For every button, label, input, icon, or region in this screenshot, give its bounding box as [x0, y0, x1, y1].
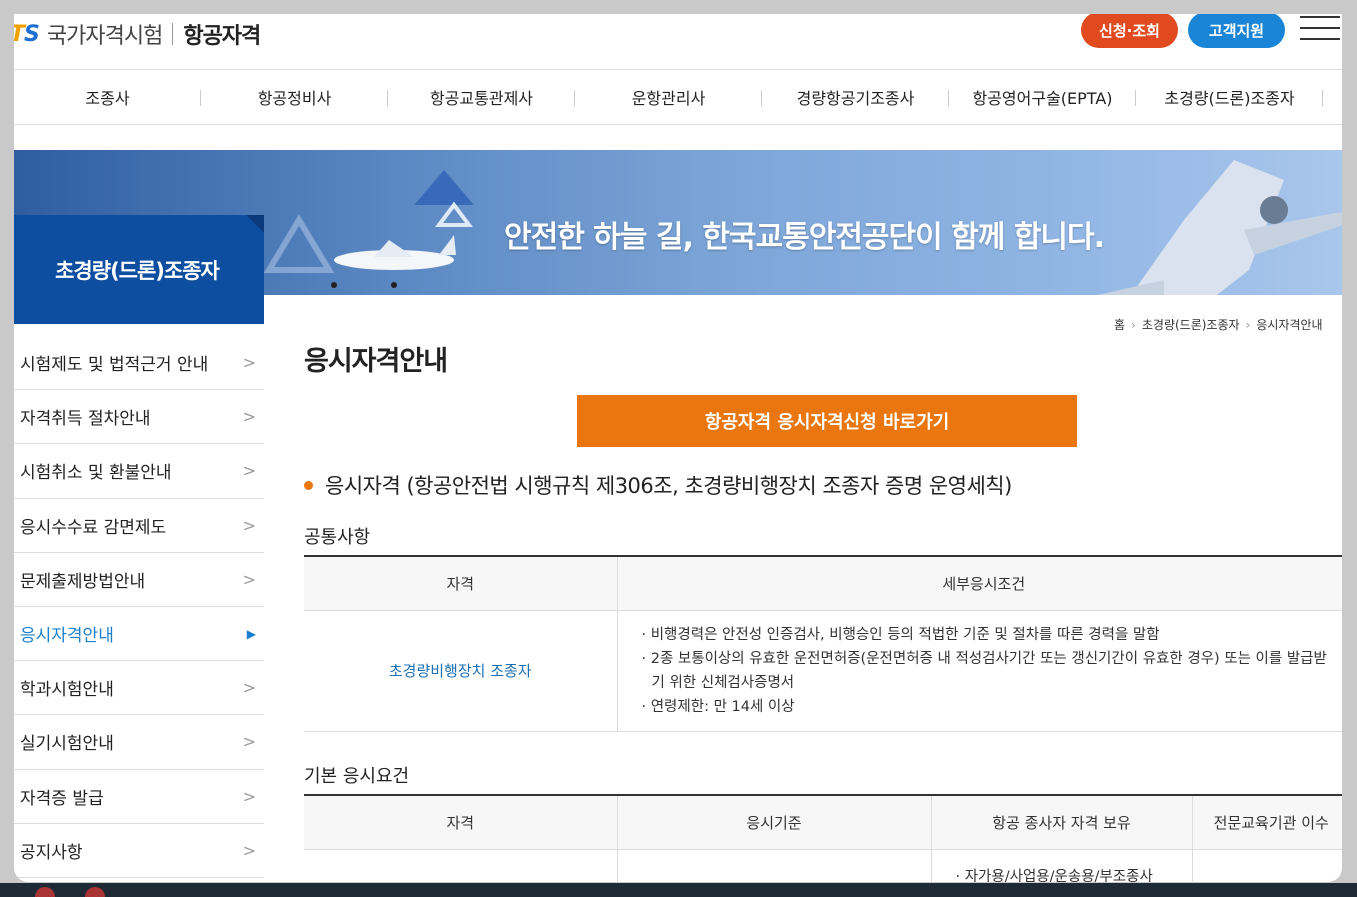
chevron-right-icon: ›: [1245, 317, 1251, 332]
condition-item: 연령제한: 만 14세 이상: [642, 695, 1331, 719]
table-header-qualification: 자격: [304, 556, 618, 611]
site-logo[interactable]: TS 국가자격시험 항공자격: [14, 18, 261, 50]
taskbar-app-icon[interactable]: [85, 887, 105, 897]
section-heading: 응시자격 (항공안전법 시행규칙 제306조, 초경량비행장치 조종자 증명 운…: [304, 470, 1012, 500]
sidebar-item-fee-reduction[interactable]: 응시수수료 감면제도 >: [14, 499, 264, 553]
sidebar-item-practical-exam[interactable]: 실기시험안내 >: [14, 715, 264, 770]
chevron-right-icon: >: [242, 678, 256, 698]
chevron-right-icon: >: [242, 840, 256, 860]
basic-requirements-heading: 기본 응시요건: [304, 766, 410, 787]
airplane-small-icon: [331, 235, 456, 288]
bullet-dot-icon: [304, 480, 313, 490]
license-list-text: · 자가용/사업용/운송용/부조종사: [955, 868, 1153, 883]
table-cell: [304, 849, 618, 882]
nav-item-atc[interactable]: 항공교통관제사: [388, 70, 575, 124]
basic-requirements-table: 자격 응시기준 항공 종사자 자격 보유 전문교육기관 이수 · 자가용/사업용…: [304, 794, 1342, 882]
condition-item: 2종 보통이상의 유효한 운전면허증(운전면허증 내 적성검사기간 또는 갱신기…: [642, 647, 1331, 695]
sidebar-item-eligibility[interactable]: 응시자격안내 ▶: [14, 607, 264, 662]
chevron-right-icon: >: [242, 461, 256, 481]
chevron-right-icon: ›: [1131, 317, 1136, 332]
breadcrumb-category[interactable]: 초경량(드론)조종자: [1142, 316, 1240, 333]
nav-item-dispatcher[interactable]: 운항관리사: [575, 70, 762, 124]
sidebar-item-refund[interactable]: 시험취소 및 환불안내 >: [14, 444, 264, 499]
sidebar-item-label: 시험취소 및 환불안내: [20, 463, 172, 484]
taskbar-app-icon[interactable]: [35, 887, 55, 897]
nav-item-pilot[interactable]: 조종사: [14, 70, 201, 124]
sidebar-item-label: 자격취득 절차안내: [20, 409, 151, 430]
table-row: 초경량비행장치 조종자 비행경력은 안전성 인증검사, 비행승인 등의 적법한 …: [304, 610, 1342, 732]
logo-title: 항공자격: [183, 24, 261, 49]
nav-item-light-aircraft[interactable]: 경량항공기조종사: [762, 70, 949, 124]
chevron-right-icon: >: [242, 732, 256, 752]
banner-slogan: 안전한 하늘 길, 한국교통안전공단이 함께 합니다.: [504, 220, 1105, 255]
customer-support-button[interactable]: 고객지원: [1188, 14, 1285, 48]
sidebar-item-label: 자격증 발급: [20, 788, 104, 809]
apply-eligibility-button[interactable]: 항공자격 응시자격신청 바로가기: [577, 395, 1077, 447]
sidebar-item-label: 응시자격안내: [20, 626, 114, 647]
sidebar-item-certificate[interactable]: 자격증 발급 >: [14, 770, 264, 824]
triangle-right-icon: ▶: [246, 626, 256, 641]
hamburger-menu-icon[interactable]: [1300, 16, 1340, 42]
table-cell: [1192, 849, 1342, 882]
breadcrumb-home[interactable]: 홈: [1114, 316, 1125, 333]
nav-item-drone[interactable]: 초경량(드론)조종자: [1136, 70, 1323, 124]
nav-item-epta[interactable]: 항공영어구술(EPTA): [949, 70, 1136, 124]
main-nav: 조종사 항공정비사 항공교통관제사 운항관리사 경량항공기조종사 항공영어구술(…: [14, 69, 1342, 125]
sidebar-item-notice[interactable]: 공지사항 >: [14, 824, 264, 878]
sidebar-item-label: 실기시험안내: [20, 734, 114, 755]
sidebar-item-label: 학과시험안내: [20, 680, 114, 701]
sidebar-item-question-method[interactable]: 문제출제방법안내 >: [14, 553, 264, 607]
table-header-qualification: 자격: [304, 795, 618, 850]
table-header-conditions: 세부응시조건: [617, 556, 1342, 611]
sidebar-menu: 시험제도 및 법적근거 안내 > 자격취득 절차안내 > 시험취소 및 환불안내 > …: [14, 336, 264, 878]
sidebar-item-label: 공지사항: [20, 842, 83, 863]
logo-divider: [172, 23, 174, 45]
chevron-right-icon: >: [242, 407, 256, 427]
condition-item: 비행경력은 안전성 인증검사, 비행승인 등의 적법한 기준 및 절차를 따른 …: [642, 623, 1331, 647]
sidebar-item-written-exam[interactable]: 학과시험안내 >: [14, 661, 264, 716]
ts-logo-mark: TS: [14, 21, 40, 47]
common-requirements-table: 자격 세부응시조건 초경량비행장치 조종자 비행경력은 안전성 인증검사, 비행…: [304, 555, 1342, 732]
sidebar-title: 초경량(드론)조종자: [14, 215, 264, 324]
sidebar-item-label: 응시수수료 감면제도: [20, 517, 167, 538]
site-header: TS 국가자격시험 항공자격 신청·조회 고객지원: [14, 14, 1342, 69]
table-header-training: 전문교육기관 이수: [1192, 795, 1342, 850]
breadcrumb-current: 응시자격안내: [1256, 318, 1323, 332]
sidebar-item-label: 시험제도 및 법적근거 안내: [20, 355, 209, 376]
os-taskbar: [0, 883, 1357, 897]
page-title: 응시자격안내: [304, 346, 448, 377]
browser-viewport: TS 국가자격시험 항공자격 신청·조회 고객지원 조종사 항공정비사 항공교통…: [14, 14, 1342, 882]
common-requirements-heading: 공통사항: [304, 527, 371, 548]
table-row: · 자가용/사업용/운송용/부조종사: [304, 849, 1342, 882]
sidebar-item-exam-system[interactable]: 시험제도 및 법적근거 안내 >: [14, 336, 264, 391]
nav-item-mechanic[interactable]: 항공정비사: [201, 70, 388, 124]
sidebar-item-procedure[interactable]: 자격취득 절차안내 >: [14, 390, 264, 445]
section-heading-text: 응시자격 (항공안전법 시행규칙 제306조, 초경량비행장치 조종자 증명 운…: [325, 474, 1012, 498]
table-cell: [617, 849, 932, 882]
chevron-right-icon: >: [242, 569, 256, 589]
table-header-criteria: 응시기준: [617, 795, 932, 850]
sidebar-item-label: 문제출제방법안내: [20, 571, 146, 592]
table-header-license-holder: 항공 종사자 자격 보유: [931, 795, 1193, 850]
apply-inquiry-button[interactable]: 신청·조회: [1081, 14, 1178, 48]
breadcrumb: 홈 › 초경량(드론)조종자 › 응시자격안내: [1114, 316, 1323, 333]
chevron-right-icon: >: [242, 353, 256, 373]
logo-subtitle: 국가자격시험: [46, 24, 163, 49]
chevron-right-icon: >: [242, 515, 256, 535]
table-cell: · 자가용/사업용/운송용/부조종사: [931, 849, 1193, 883]
conditions-cell: 비행경력은 안전성 인증검사, 비행승인 등의 적법한 기준 및 절차를 따른 …: [617, 610, 1342, 732]
chevron-right-icon: >: [242, 786, 256, 806]
qualification-cell: 초경량비행장치 조종자: [304, 610, 618, 732]
